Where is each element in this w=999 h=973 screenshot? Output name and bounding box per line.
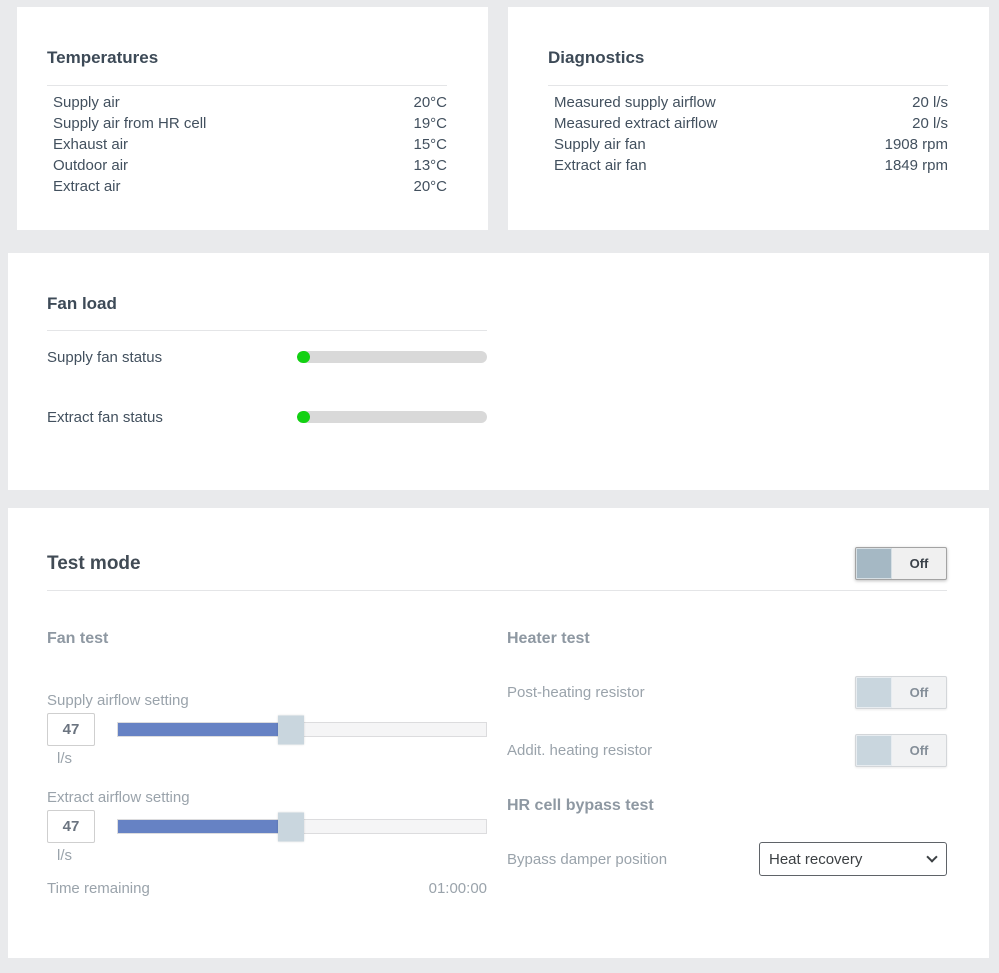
table-row: Supply air fan 1908 rpm <box>548 134 948 155</box>
addit-heating-toggle[interactable]: Off <box>855 734 947 767</box>
toggle-state-label: Off <box>892 735 946 766</box>
toggle-knob <box>856 548 892 579</box>
row-label: Extract air fan <box>554 155 647 176</box>
table-row: Supply air 20°C <box>47 92 447 113</box>
supply-airflow-row <box>47 713 487 746</box>
extract-fan-load-fill <box>297 411 310 423</box>
test-mode-title: Test mode <box>47 553 141 575</box>
test-mode-toggle[interactable]: Off <box>855 547 947 580</box>
extract-airflow-unit: l/s <box>57 845 487 866</box>
time-remaining-row: Time remaining 01:00:00 <box>47 878 487 899</box>
extract-fan-status-label: Extract fan status <box>47 409 297 426</box>
bypass-damper-select-wrap: Heat recovery <box>759 842 947 876</box>
row-value: 20 l/s <box>912 113 948 134</box>
row-value: 20°C <box>413 92 447 113</box>
extract-airflow-input[interactable] <box>47 810 95 843</box>
diagnostics-panel: Diagnostics Measured supply airflow 20 l… <box>508 7 989 230</box>
supply-fan-status-label: Supply fan status <box>47 349 297 366</box>
supply-airflow-unit: l/s <box>57 748 487 769</box>
addit-heating-label: Addit. heating resistor <box>507 742 652 759</box>
row-label: Exhaust air <box>53 134 128 155</box>
supply-fan-status-row: Supply fan status <box>47 345 487 369</box>
heater-test-section: Heater test Post-heating resistor Off Ad… <box>507 628 947 876</box>
time-remaining-label: Time remaining <box>47 878 150 899</box>
temperatures-title: Temperatures <box>47 47 488 69</box>
test-mode-panel: Test mode Off Fan test Supply airflow se… <box>8 508 989 958</box>
table-row: Outdoor air 13°C <box>47 155 447 176</box>
divider <box>47 590 947 591</box>
divider <box>47 330 487 331</box>
diagnostics-table: Measured supply airflow 20 l/s Measured … <box>548 85 948 176</box>
addit-heating-row: Addit. heating resistor Off <box>507 734 947 767</box>
toggle-knob <box>856 677 892 708</box>
extract-airflow-label: Extract airflow setting <box>47 787 487 808</box>
row-label: Outdoor air <box>53 155 128 176</box>
row-value: 15°C <box>413 134 447 155</box>
supply-airflow-input[interactable] <box>47 713 95 746</box>
supply-fan-load-fill <box>297 351 310 363</box>
table-row: Supply air from HR cell 19°C <box>47 113 447 134</box>
fan-load-title: Fan load <box>47 293 989 315</box>
supply-airflow-label: Supply airflow setting <box>47 690 487 711</box>
extract-airflow-row <box>47 810 487 843</box>
row-label: Supply air from HR cell <box>53 113 206 134</box>
post-heating-toggle[interactable]: Off <box>855 676 947 709</box>
time-remaining-value: 01:00:00 <box>429 878 487 899</box>
table-row: Extract air fan 1849 rpm <box>548 155 948 176</box>
slider-fill <box>118 723 291 736</box>
test-mode-header: Test mode Off <box>47 547 947 580</box>
toggle-state-label: Off <box>892 548 946 579</box>
supply-airflow-slider[interactable] <box>117 722 487 737</box>
row-label: Supply air <box>53 92 120 113</box>
row-label: Supply air fan <box>554 134 646 155</box>
row-value: 19°C <box>413 113 447 134</box>
row-label: Measured supply airflow <box>554 92 716 113</box>
heater-test-title: Heater test <box>507 628 947 650</box>
fan-test-section: Fan test Supply airflow setting l/s Extr… <box>47 628 487 899</box>
bypass-damper-row: Bypass damper position Heat recovery <box>507 842 947 876</box>
diagnostics-title: Diagnostics <box>548 47 989 69</box>
table-row: Measured supply airflow 20 l/s <box>548 92 948 113</box>
table-row: Measured extract airflow 20 l/s <box>548 113 948 134</box>
slider-handle[interactable] <box>278 715 304 744</box>
temperatures-panel: Temperatures Supply air 20°C Supply air … <box>17 7 488 230</box>
bypass-damper-label: Bypass damper position <box>507 851 667 868</box>
row-value: 1849 rpm <box>885 155 948 176</box>
table-row: Exhaust air 15°C <box>47 134 447 155</box>
row-value: 20 l/s <box>912 92 948 113</box>
row-value: 13°C <box>413 155 447 176</box>
toggle-state-label: Off <box>892 677 946 708</box>
bypass-damper-select[interactable]: Heat recovery <box>759 842 947 876</box>
row-label: Extract air <box>53 176 121 197</box>
hr-bypass-title: HR cell bypass test <box>507 795 947 817</box>
post-heating-label: Post-heating resistor <box>507 684 645 701</box>
extract-airflow-slider[interactable] <box>117 819 487 834</box>
extract-fan-load-bar <box>297 411 487 423</box>
slider-handle[interactable] <box>278 812 304 841</box>
temperatures-table: Supply air 20°C Supply air from HR cell … <box>47 85 447 197</box>
supply-fan-load-bar <box>297 351 487 363</box>
row-value: 1908 rpm <box>885 134 948 155</box>
toggle-knob <box>856 735 892 766</box>
row-value: 20°C <box>413 176 447 197</box>
fan-load-panel: Fan load Supply fan status Extract fan s… <box>8 253 989 490</box>
row-label: Measured extract airflow <box>554 113 717 134</box>
slider-fill <box>118 820 291 833</box>
table-row: Extract air 20°C <box>47 176 447 197</box>
extract-fan-status-row: Extract fan status <box>47 405 487 429</box>
fan-test-title: Fan test <box>47 628 487 650</box>
post-heating-row: Post-heating resistor Off <box>507 676 947 709</box>
